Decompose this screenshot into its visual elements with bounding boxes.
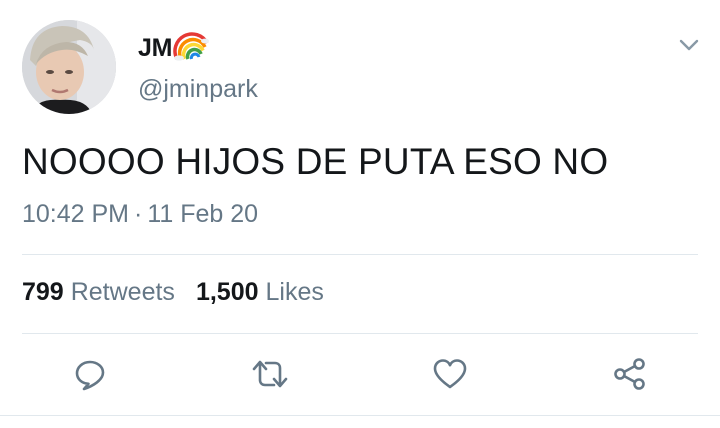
rainbow-icon bbox=[173, 31, 210, 66]
retweets-stat[interactable]: 799 Retweets bbox=[22, 278, 175, 307]
reply-button[interactable] bbox=[70, 354, 110, 394]
display-name-row[interactable]: JM bbox=[138, 31, 210, 66]
divider bbox=[22, 254, 698, 255]
retweets-count: 799 bbox=[22, 278, 64, 306]
chevron-down-icon bbox=[679, 39, 699, 51]
reply-icon bbox=[75, 360, 105, 391]
tweet-time[interactable]: 10:42 PM bbox=[22, 200, 129, 228]
share-icon bbox=[614, 358, 645, 390]
avatar-image bbox=[22, 20, 116, 114]
display-name[interactable]: JM bbox=[138, 34, 172, 63]
tweet-date[interactable]: 11 Feb 20 bbox=[147, 200, 258, 228]
heart-icon bbox=[433, 359, 467, 389]
likes-label: Likes bbox=[265, 278, 324, 306]
divider bbox=[22, 333, 698, 334]
share-button[interactable] bbox=[610, 354, 650, 394]
tweet-text: NOOOO HIJOS DE PUTA ESO NO bbox=[22, 141, 609, 182]
likes-count: 1,500 bbox=[195, 278, 259, 306]
retweet-button[interactable] bbox=[250, 354, 290, 394]
retweet-icon bbox=[252, 360, 288, 388]
meta-separator: · bbox=[134, 200, 143, 228]
avatar[interactable] bbox=[22, 20, 116, 114]
tweet-timestamp[interactable]: 10:42 PM · 11 Feb 20 bbox=[22, 200, 258, 229]
like-button[interactable] bbox=[430, 354, 470, 394]
user-handle[interactable]: @jminpark bbox=[138, 75, 258, 104]
tweet-stats: 799 Retweets 1,500 Likes bbox=[22, 278, 324, 307]
more-options-button[interactable] bbox=[676, 34, 702, 56]
tweet-card: JM @jminpark NOOOO HIJOS DE PUTA ESO NO … bbox=[0, 0, 720, 428]
divider bbox=[0, 415, 720, 416]
likes-stat[interactable]: 1,500 Likes bbox=[196, 278, 324, 307]
retweets-label: Retweets bbox=[70, 278, 175, 306]
action-bar bbox=[0, 354, 720, 394]
